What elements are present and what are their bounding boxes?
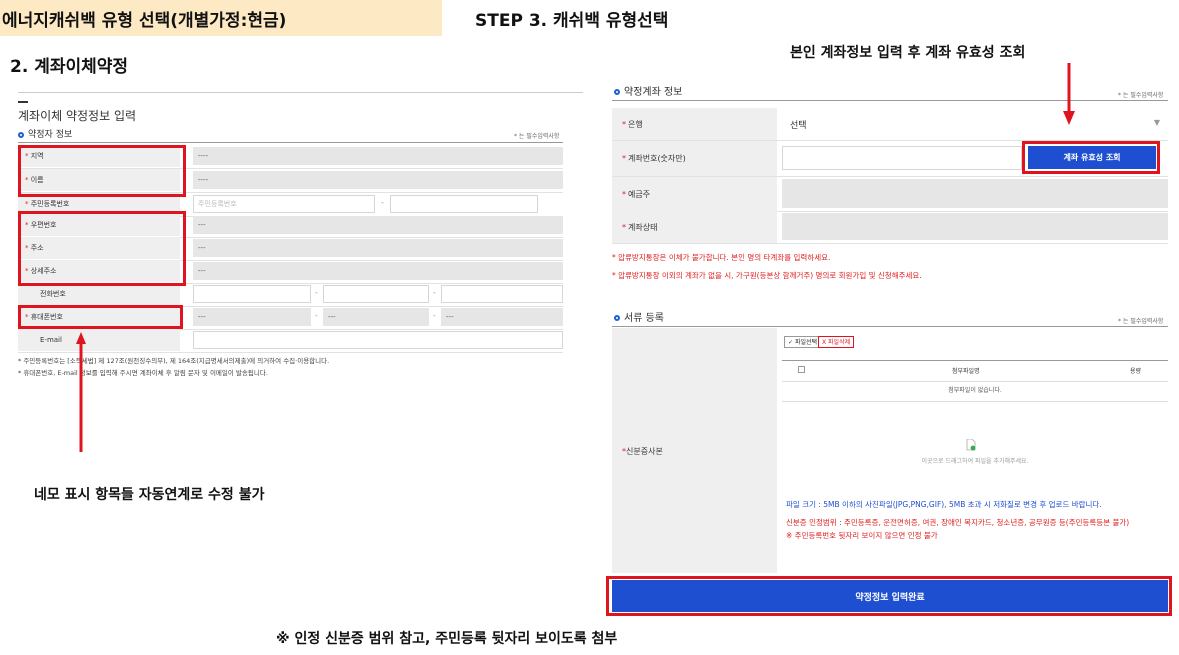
- separator: -: [433, 288, 436, 297]
- postal-code-field: ---: [193, 216, 563, 234]
- label-holder: * 예금주: [612, 177, 777, 211]
- annotation-bottom: ※ 인정 신분증 범위 참고, 주민등록 뒷자리 보이도록 첨부: [276, 631, 618, 647]
- email-input[interactable]: [193, 331, 563, 349]
- table-top-border: [612, 326, 1168, 327]
- mobile-field-3: ---: [441, 308, 563, 326]
- phone-input-2[interactable]: [323, 285, 429, 303]
- file-table-header: 첨부파일명 용량: [782, 360, 1168, 382]
- dropzone-text: 이곳으로 드래그하여 파일을 추가해주세요.: [921, 458, 1029, 465]
- title-mark: [18, 101, 28, 103]
- highlight-box-name: [18, 145, 186, 197]
- file-size-note: 파일 크기 : 5MB 이하의 사진파일(JPG,PNG,GIF), 5MB 초…: [786, 500, 1102, 509]
- arrow-down-icon: [1063, 63, 1075, 125]
- label-id-copy: *신분증사본: [622, 447, 663, 456]
- left-form-subtitle: 약정자 정보: [18, 127, 72, 140]
- header-left-title: 에너지캐쉬백 유형 선택(개별가정:현금): [2, 11, 287, 31]
- required-note: * 는 필수입력사항: [1118, 318, 1164, 325]
- bullet-icon: [614, 315, 620, 321]
- separator: -: [381, 198, 384, 207]
- row-account-status: * 계좌상태: [612, 211, 1168, 244]
- label-account-status: * 계좌상태: [612, 211, 777, 243]
- label-account-number: * 계좌번호(숫자만): [612, 141, 777, 176]
- delete-file-button[interactable]: X 파일삭제: [818, 336, 855, 348]
- doc-section-title-text: 서류 등록: [624, 313, 664, 324]
- address-detail-field: ---: [193, 262, 563, 280]
- account-section-title: 약정계좌 정보: [614, 83, 682, 98]
- mobile-field-2: ---: [323, 308, 429, 326]
- left-form-subtitle-text: 약정자 정보: [28, 130, 73, 140]
- phone-input-3[interactable]: [441, 285, 563, 303]
- left-note-2: * 휴대폰번호, E-mail 정보를 입력해 주시면 계좌이체 후 알림 문자…: [18, 369, 268, 377]
- empty-file-message: 첨부파일이 없습니다.: [782, 381, 1168, 402]
- divider: [18, 92, 583, 93]
- label-phone: 전화번호: [18, 283, 180, 305]
- file-add-icon: [966, 436, 976, 451]
- left-form-title: 계좌이체 약정정보 입력: [18, 109, 137, 123]
- id-range-note: 신분증 인정범위 : 주민등록증, 운전면허증, 여권, 장애인 복지카드, 청…: [786, 518, 1130, 527]
- header-left-banner: 에너지캐쉬백 유형 선택(개별가정:현금): [0, 0, 442, 36]
- account-note-2: * 압류방지통장 이외의 계좌가 없을 시, 가구원(등본상 함께거주) 명의로…: [612, 271, 922, 280]
- account-section-title-text: 약정계좌 정보: [624, 87, 683, 98]
- col-file-name: 첨부파일명: [952, 368, 980, 375]
- separator: -: [315, 288, 318, 297]
- step-title: STEP 3. 캐쉬백 유형선택: [475, 11, 669, 31]
- account-status-field: [782, 213, 1168, 240]
- name-field: ----: [193, 171, 563, 189]
- resident-number-back-input[interactable]: [390, 195, 538, 213]
- holder-field: [782, 179, 1168, 208]
- annotation-top-right: 본인 계좌정보 입력 후 계좌 유효성 조회: [790, 45, 1026, 61]
- id-back-note: ※ 주민등록번호 뒷자리 보이지 않으면 인정 불가: [786, 531, 938, 540]
- account-note-1: * 압류방지통장은 이체가 불가합니다. 본인 명의 타계좌를 입력하세요.: [612, 253, 831, 262]
- address-field: ---: [193, 239, 563, 257]
- resident-number-front-input[interactable]: 주민등록번호: [193, 195, 375, 213]
- row-phone: 전화번호 - -: [18, 283, 563, 307]
- table-top-border: [18, 142, 563, 143]
- select-file-button[interactable]: ✓ 파일선택: [784, 336, 822, 348]
- arrow-up-icon: [76, 332, 86, 452]
- bullet-icon: [614, 89, 620, 95]
- bank-select[interactable]: 선택 ▼: [782, 108, 1168, 140]
- highlight-box-submit: [606, 576, 1172, 616]
- region-field: ----: [193, 147, 563, 165]
- required-note: * 는 필수입력사항: [514, 133, 560, 140]
- row-email: E-mail: [18, 329, 563, 353]
- annotation-left: 네모 표시 항목들 자동연계로 수정 불가: [34, 487, 265, 503]
- account-number-input[interactable]: [782, 146, 1022, 170]
- label-email: E-mail: [18, 329, 180, 351]
- section-title: 2. 계좌이체약정: [10, 57, 129, 77]
- table-top-border: [612, 100, 1168, 101]
- label-bank: * 은행: [612, 108, 777, 140]
- file-dropzone[interactable]: 이곳으로 드래그하여 파일을 추가해주세요.: [782, 420, 1168, 480]
- phone-input-1[interactable]: [193, 285, 311, 303]
- separator: -: [433, 311, 436, 320]
- check-icon: ✓: [788, 339, 795, 346]
- highlight-box-address: [18, 211, 186, 286]
- highlight-box-mobile: [18, 305, 183, 329]
- required-note: * 는 필수입력사항: [1118, 92, 1164, 99]
- row-bank: * 은행 선택 ▼: [612, 108, 1168, 141]
- col-size: 용량: [1130, 368, 1142, 375]
- mobile-field-1: ---: [193, 308, 311, 326]
- separator: -: [315, 311, 318, 320]
- row-holder: * 예금주: [612, 177, 1168, 212]
- bullet-icon: [18, 131, 24, 138]
- left-note-1: * 주민등록번호는 [소득세법] 제 127조(원천징수의무), 제 164조(…: [18, 357, 330, 365]
- doc-section-title: 서류 등록: [614, 309, 664, 324]
- chevron-down-icon: ▼: [1153, 118, 1160, 127]
- highlight-box-verify: [1022, 141, 1160, 174]
- select-all-checkbox[interactable]: [798, 366, 805, 373]
- id-label-cell: *신분증사본: [612, 328, 777, 573]
